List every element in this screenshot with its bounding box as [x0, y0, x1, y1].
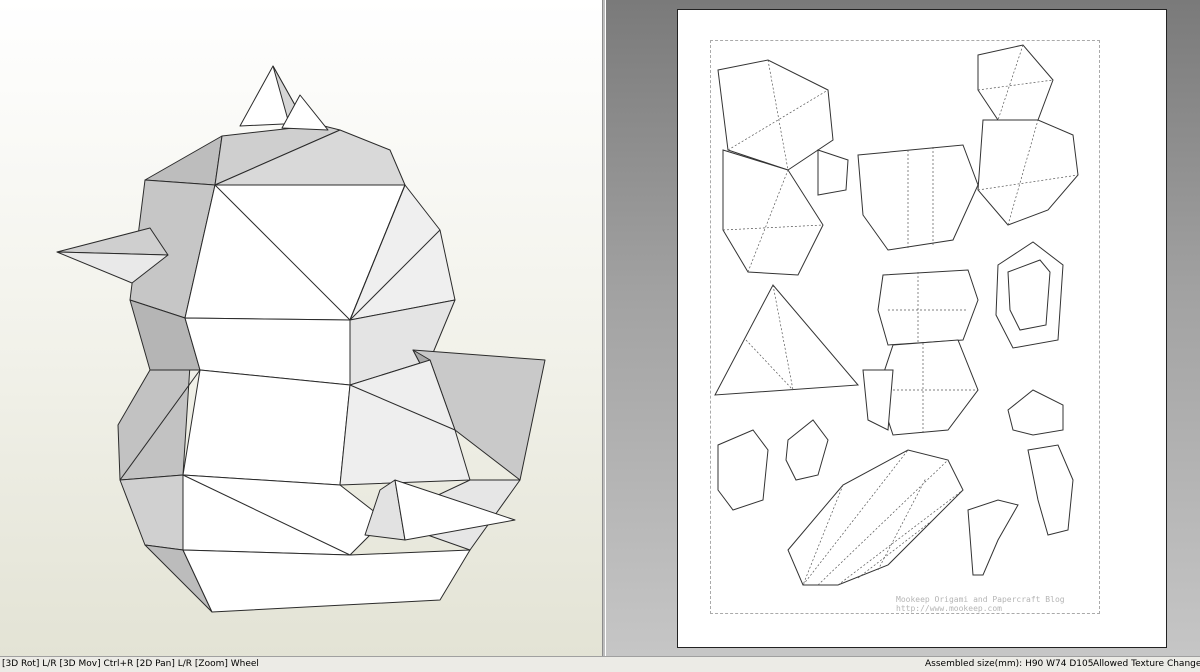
duck-3d-model[interactable]: [0, 0, 602, 656]
watermark-url: http://www.mookeep.com: [896, 604, 1002, 613]
net-piece: [877, 339, 979, 436]
unfolded-pieces[interactable]: [678, 10, 1168, 649]
3d-view-pane[interactable]: [0, 0, 602, 656]
net-piece: [1027, 444, 1074, 536]
assembled-size: Assembled size(mm): H90 W74 D105: [925, 659, 1094, 669]
net-piece: [785, 419, 829, 481]
net-piece: [877, 269, 979, 346]
net-piece: [1007, 389, 1064, 436]
net-piece: [967, 499, 1019, 576]
net-piece: [717, 429, 769, 511]
net-piece: [857, 144, 979, 251]
controls-hint: [3D Rot] L/R [3D Mov] Ctrl+R [2D Pan] L/…: [2, 659, 259, 669]
net-piece: [1007, 259, 1051, 331]
net-piece: [977, 44, 1054, 121]
net-piece: [714, 284, 860, 396]
texture-status: Allowed Texture Change: [1093, 659, 1200, 669]
net-piece: [862, 369, 894, 431]
status-bar: [3D Rot] L/R [3D Mov] Ctrl+R [2D Pan] L/…: [0, 656, 1200, 672]
net-piece: [722, 149, 824, 276]
2d-unfold-pane[interactable]: Mookeep Origami and Papercraft Blog http…: [606, 0, 1200, 656]
net-piece: [977, 119, 1079, 226]
paper-sheet: Mookeep Origami and Papercraft Blog http…: [677, 9, 1167, 648]
watermark-title: Mookeep Origami and Papercraft Blog: [896, 595, 1065, 604]
net-piece: [817, 149, 849, 196]
